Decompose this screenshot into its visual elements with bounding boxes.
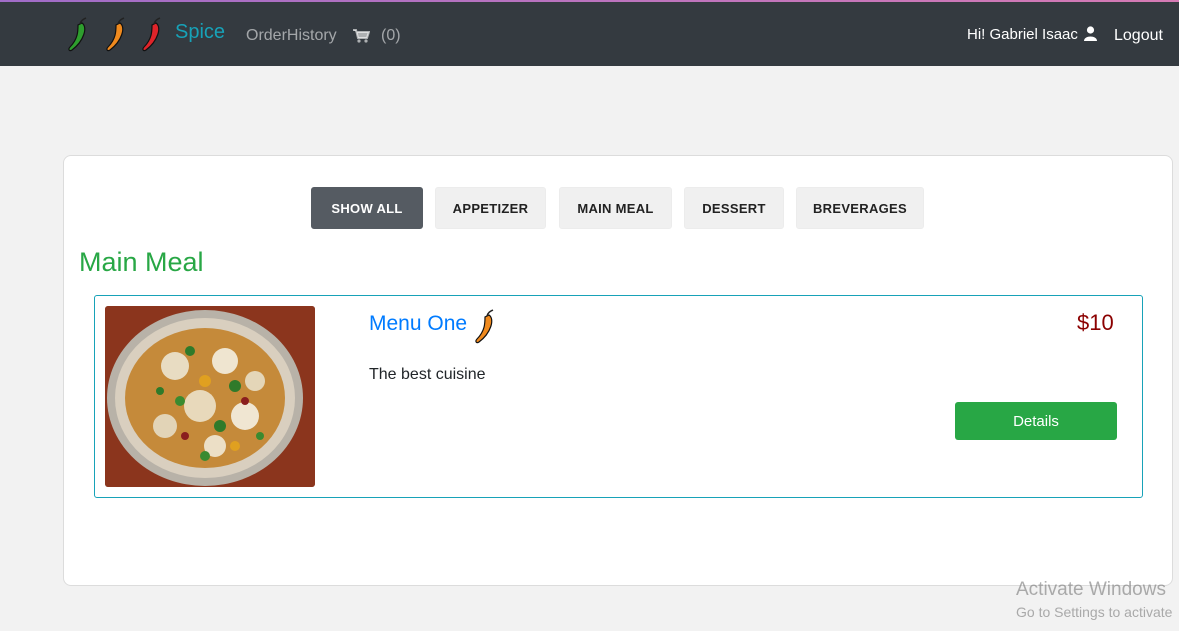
menu-card: SHOW ALL APPETIZER MAIN MEAL DESSERT BRE… xyxy=(63,155,1173,586)
orange-chili-icon[interactable] xyxy=(104,17,130,58)
menu-item: Menu One The best cuisine $10 Details xyxy=(94,295,1143,498)
item-name[interactable]: Menu One xyxy=(369,312,467,336)
activate-windows-title: Activate Windows xyxy=(1016,579,1166,600)
user-greeting: Hi! Gabriel Isaac xyxy=(967,26,1078,43)
logout-link[interactable]: Logout xyxy=(1114,27,1163,45)
item-description: The best cuisine xyxy=(369,366,486,383)
cart-count[interactable]: (0) xyxy=(381,27,401,45)
filter-breverages-button[interactable]: BREVERAGES xyxy=(796,187,924,229)
orange-chili-icon xyxy=(473,309,499,350)
brand-link[interactable]: Spice xyxy=(175,21,225,44)
navbar: Spice OrderHistory (0) Hi! Gabriel Isaac… xyxy=(0,2,1179,66)
green-chili-icon[interactable] xyxy=(66,17,92,58)
section-title: Main Meal xyxy=(79,247,204,277)
details-button[interactable]: Details xyxy=(955,402,1117,440)
shopping-cart-icon[interactable] xyxy=(353,29,371,48)
order-history-link[interactable]: OrderHistory xyxy=(246,27,337,45)
filter-appetizer-button[interactable]: APPETIZER xyxy=(435,187,546,229)
activate-windows-subtitle: Go to Settings to activate xyxy=(1016,604,1173,620)
red-chili-icon[interactable] xyxy=(140,17,166,58)
food-image xyxy=(105,306,315,487)
item-price: $10 xyxy=(1077,310,1114,335)
filter-main-meal-button[interactable]: MAIN MEAL xyxy=(559,187,672,229)
filter-dessert-button[interactable]: DESSERT xyxy=(684,187,784,229)
user-icon xyxy=(1084,26,1097,46)
filter-show-all-button[interactable]: SHOW ALL xyxy=(311,187,423,229)
